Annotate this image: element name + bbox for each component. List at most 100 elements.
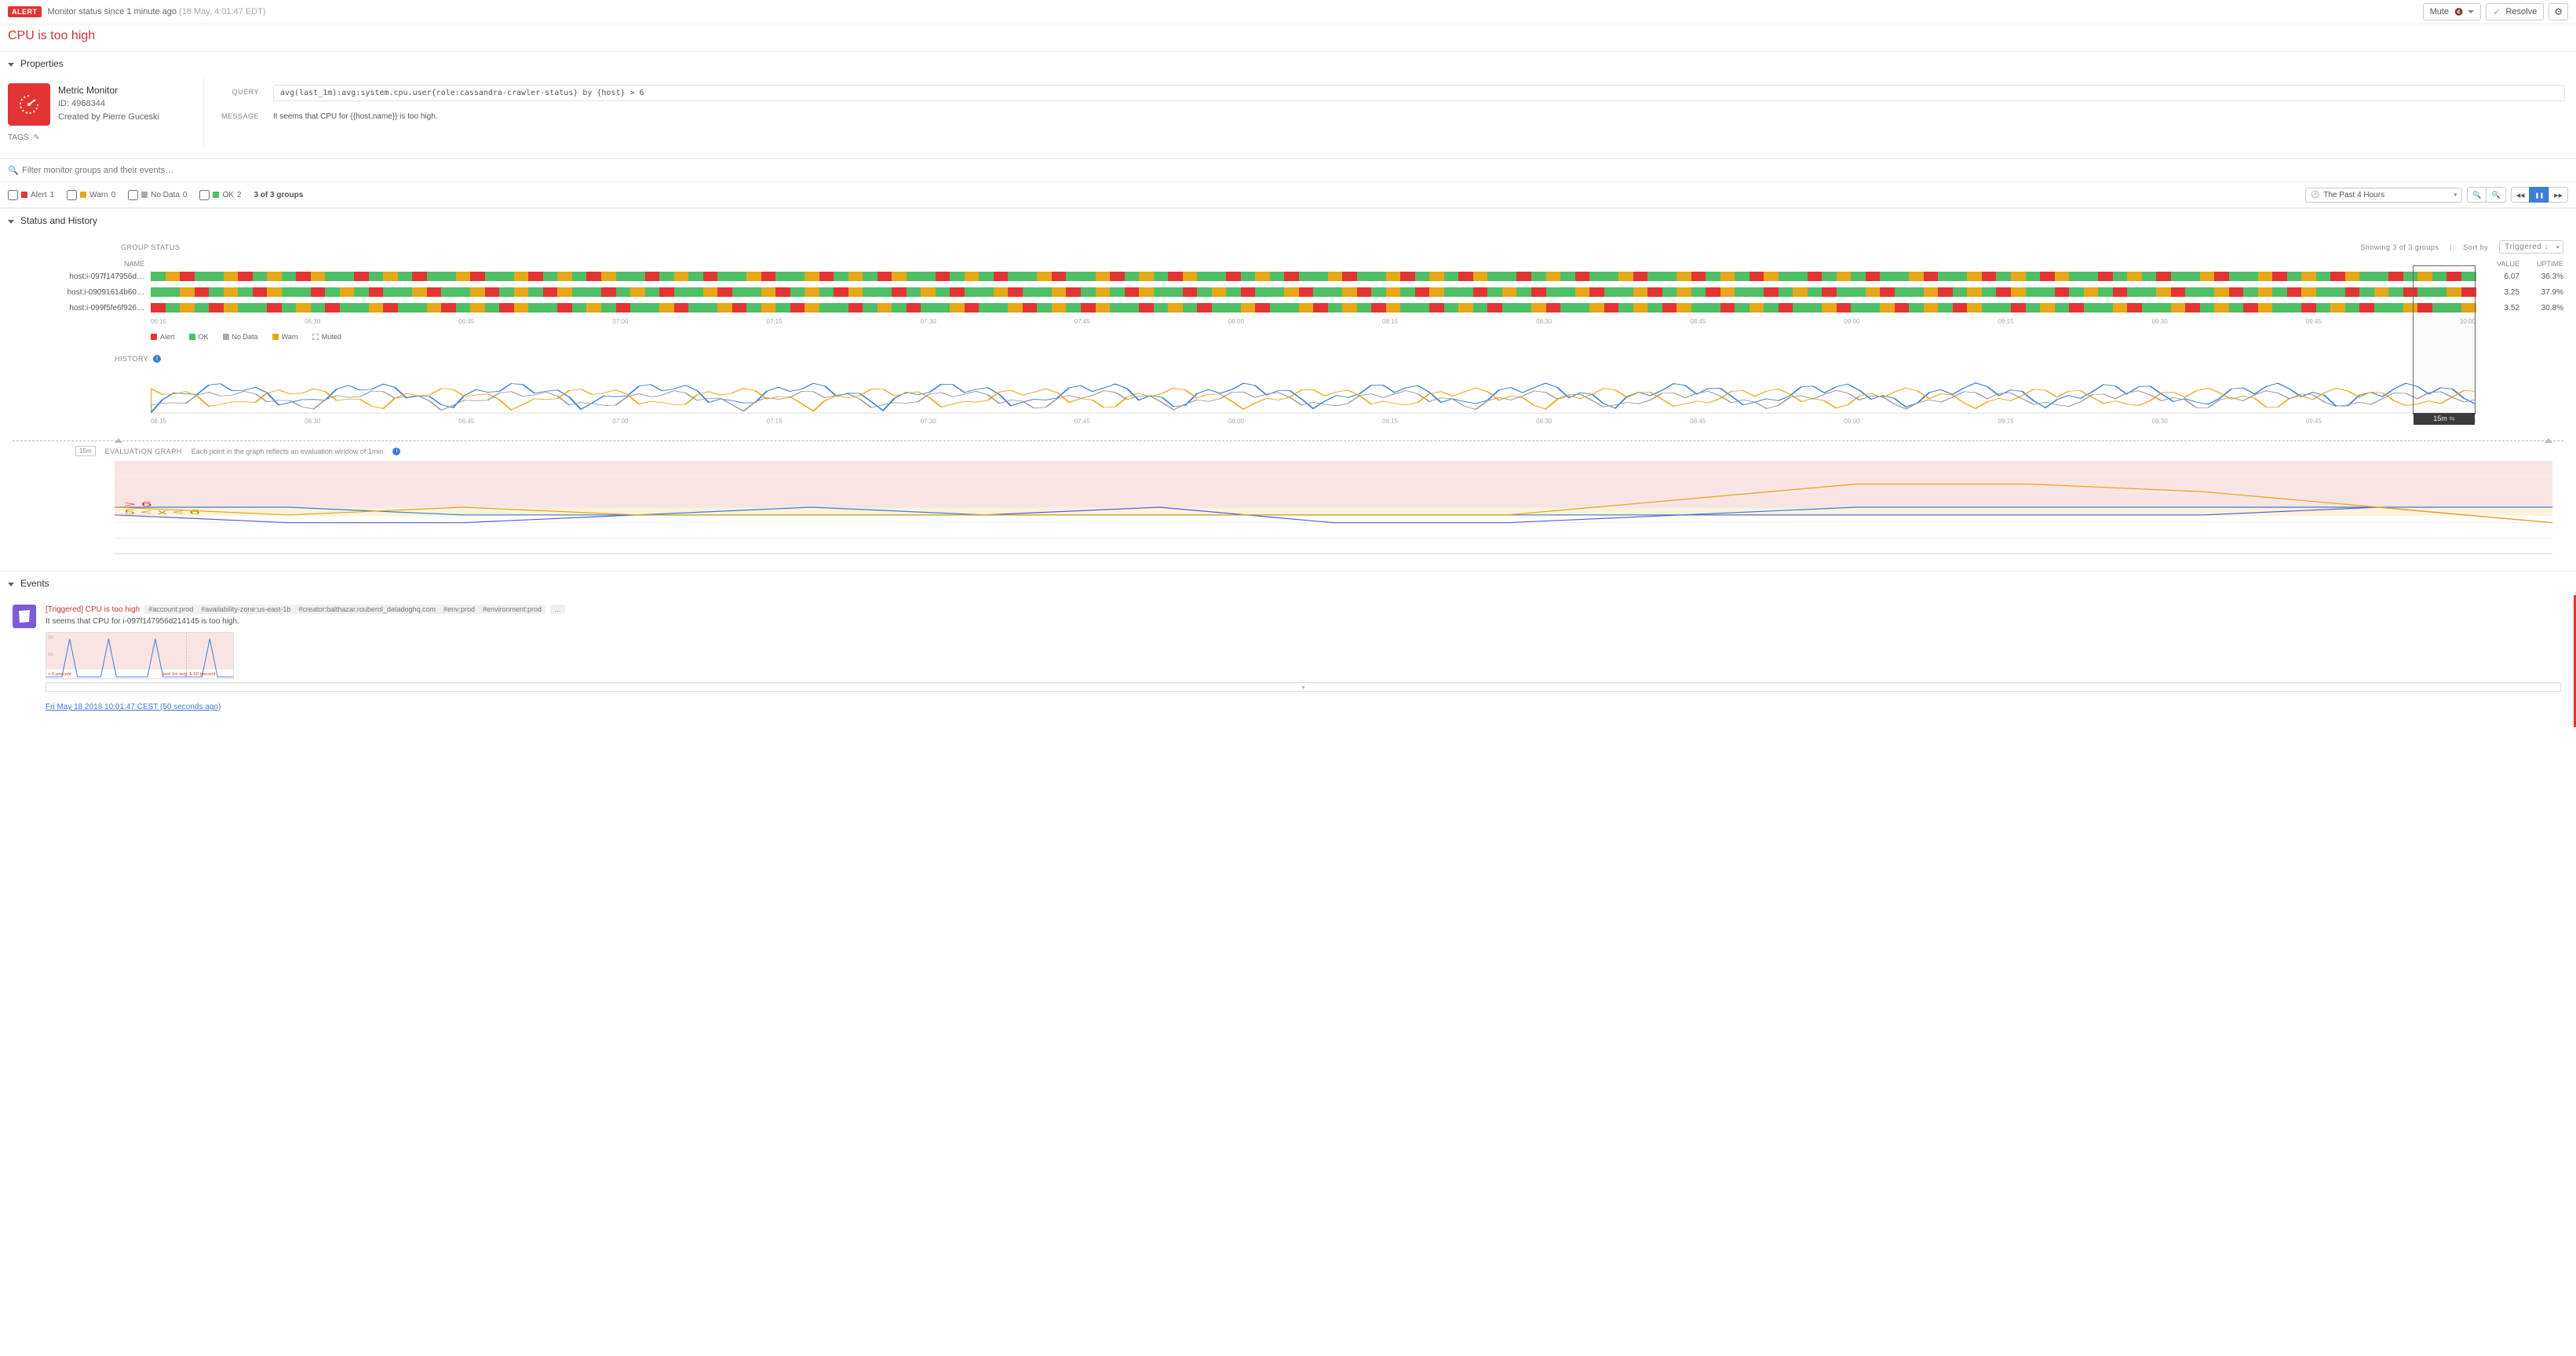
sort-select[interactable]: Triggered ↓▾: [2499, 240, 2563, 254]
query-label: QUERY: [215, 85, 259, 96]
caret-down-icon: [8, 58, 14, 69]
col-uptime: UPTIME: [2519, 260, 2563, 268]
edit-tags-icon[interactable]: ✎: [33, 133, 39, 142]
group-value: 3.25: [2476, 288, 2519, 297]
settings-button[interactable]: [2549, 3, 2568, 20]
pause-button[interactable]: [2529, 187, 2549, 203]
event-tag[interactable]: #environment:prod: [479, 605, 545, 614]
evaluation-label: EVALUATION GRAPH: [105, 448, 182, 455]
timerange-reset-button[interactable]: [2467, 187, 2487, 203]
brush-handle[interactable]: 15m ⇋: [2414, 413, 2475, 425]
section-status-history-header[interactable]: Status and History: [0, 208, 2576, 232]
group-name: host:i-09091614b60…: [13, 288, 151, 297]
message-text: It seems that CPU for {{host.name}} is t…: [273, 109, 438, 121]
datadog-avatar-icon: [13, 605, 36, 628]
monitor-type: Metric Monitor: [58, 83, 159, 97]
info-icon[interactable]: i: [392, 448, 400, 455]
properties-body: Metric Monitor ID: 4968344 Created by Pi…: [0, 75, 2576, 159]
history-chart[interactable]: 20 10 0 15m ⇋: [151, 367, 2476, 415]
sort-label: Sort by: [2463, 243, 2488, 251]
filter-nodata[interactable]: No Data 0: [128, 190, 187, 200]
resolve-button[interactable]: Resolve: [2486, 3, 2544, 20]
query-text: avg(last_1m):avg:system.cpu.user{role:ca…: [273, 85, 2565, 101]
caret-down-icon: [8, 215, 14, 226]
caret-down-icon: [8, 578, 14, 589]
tags-label: TAGS: [8, 133, 28, 142]
event-expand[interactable]: ▾: [46, 682, 2561, 692]
check-icon: [2493, 7, 2502, 17]
monitor-creator: Created by Pierre Guceski: [58, 111, 159, 124]
history-label: HISTORY: [115, 355, 148, 363]
status-bar: [151, 272, 2476, 281]
svg-text:> 6 percent: > 6 percent: [48, 672, 71, 677]
event-tag[interactable]: #availability-zone:us-east-1b: [197, 605, 294, 614]
event-tag[interactable]: #env:prod: [440, 605, 479, 614]
group-row[interactable]: host:i-09091614b60… 3.2537.9%: [13, 285, 2563, 299]
time-brush[interactable]: 15m ⇋: [2413, 265, 2476, 415]
status-counts-bar: Alert 1 Warn 0 No Data 0 OK 2 3 of 3 gro…: [0, 182, 2576, 208]
event-message: It seems that CPU for i-097f147956d21414…: [46, 617, 2561, 626]
section-properties-header[interactable]: Properties: [0, 51, 2576, 75]
search-icon: 🔍: [8, 166, 19, 176]
gear-icon: [2554, 6, 2563, 17]
status-legend: Alert OK No Data Warn Muted: [151, 333, 2563, 341]
filter-input[interactable]: [0, 159, 2576, 181]
monitor-card: Metric Monitor ID: 4968344 Created by Pi…: [0, 75, 204, 150]
event-tag[interactable]: #account:prod: [144, 605, 197, 614]
alert-badge: ALERT: [8, 6, 42, 17]
group-showing: Showing 3 of 3 groups: [2360, 243, 2439, 251]
evaluation-note: Each point in the graph reflects an eval…: [192, 448, 384, 455]
pause-icon: [2534, 190, 2544, 199]
svg-text:20: 20: [48, 636, 53, 641]
event-title[interactable]: [Triggered] CPU is too high: [46, 605, 140, 614]
page-title: CPU is too high: [0, 24, 2576, 51]
search-icon: [2491, 190, 2500, 199]
status-bar: [151, 303, 2476, 313]
message-label: MESSAGE: [215, 109, 259, 120]
gauge-icon: [8, 83, 50, 126]
filter-warn[interactable]: Warn 0: [67, 190, 115, 200]
svg-text:last 1m avg: 6.50 percent: last 1m avg: 6.50 percent: [163, 672, 216, 677]
group-uptime: 36.3%: [2519, 272, 2563, 281]
eval-window-badge: 15m: [75, 446, 96, 456]
group-value: 6.07: [2476, 272, 2519, 281]
filter-alert[interactable]: Alert 1: [8, 190, 54, 200]
forward-icon: [2554, 190, 2563, 199]
play-fwd-button[interactable]: [2549, 187, 2568, 203]
group-name: host:i-099f5fe6f926…: [13, 304, 151, 313]
event-item: [Triggered] CPU is too high #account:pro…: [13, 605, 2561, 711]
event-timestamp-link[interactable]: Fri May 18 2018 10:01:47 CEST (50 second…: [46, 703, 221, 711]
group-uptime: 30.8%: [2519, 304, 2563, 313]
info-icon[interactable]: i: [153, 355, 161, 363]
svg-text:> 6: > 6: [124, 501, 151, 508]
monitor-id: ID: 4968344: [58, 97, 159, 111]
chevron-down-icon: ▾: [2454, 192, 2457, 199]
group-summary: 3 of 3 groups: [254, 191, 303, 199]
event-mini-chart[interactable]: > 6 percent last 1m avg: 6.50 percent 20…: [46, 632, 234, 679]
timerange-zoom-button[interactable]: [2486, 187, 2505, 203]
evaluation-chart[interactable]: > 6 5 < x < 6 121086420 09:4809:4909:500…: [115, 461, 2552, 555]
monitor-status-text: Monitor status since 1 minute ago (18 Ma…: [48, 7, 266, 16]
event-tag[interactable]: #creator:balthazar.rouberol_datadoghq.co…: [294, 605, 440, 614]
top-bar: ALERT Monitor status since 1 minute ago …: [0, 0, 2576, 24]
group-uptime: 37.9%: [2519, 288, 2563, 297]
rewind-icon: [2516, 190, 2525, 199]
group-value: 3.52: [2476, 304, 2519, 313]
group-row[interactable]: host:i-097f147956d…6.0736.3%: [13, 269, 2563, 283]
filter-ok[interactable]: OK 2: [199, 190, 241, 200]
chevron-down-icon: [2466, 7, 2474, 16]
col-value: VALUE: [2476, 260, 2519, 268]
clock-icon: [2311, 191, 2319, 199]
mute-button[interactable]: Mute: [2423, 3, 2482, 20]
col-name: NAME: [13, 260, 151, 268]
timerange-select[interactable]: The Past 4 Hours ▾: [2305, 188, 2462, 203]
play-back-button[interactable]: [2511, 187, 2530, 203]
event-more-tags[interactable]: …: [550, 605, 565, 614]
group-row[interactable]: host:i-099f5fe6f926… 3.5230.8%: [13, 301, 2563, 315]
status-bar: [151, 287, 2476, 297]
section-events-header[interactable]: Events: [0, 571, 2576, 595]
mute-icon: [2452, 7, 2463, 16]
group-status-heading: GROUP STATUS: [121, 243, 181, 251]
svg-text:10: 10: [48, 652, 53, 657]
clock-icon: [2472, 190, 2481, 199]
